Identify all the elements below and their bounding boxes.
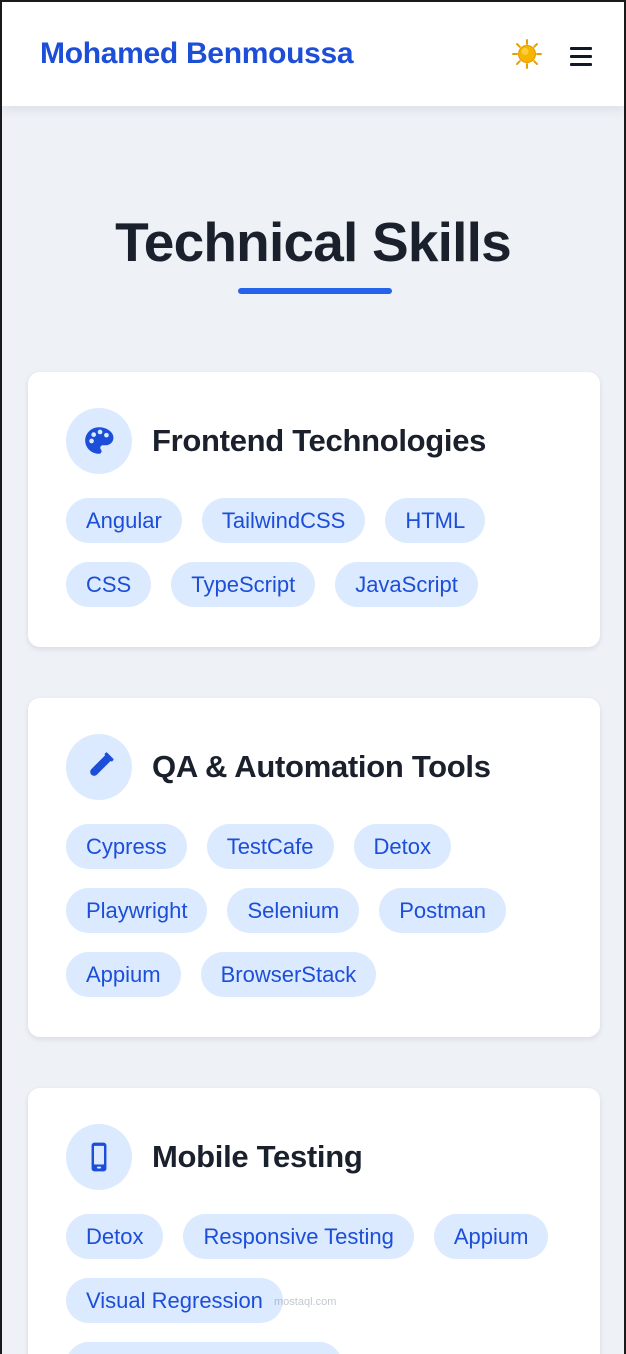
tag-list: Angular TailwindCSS HTML CSS TypeScript …	[66, 498, 562, 607]
skill-tag: Cypress	[66, 824, 187, 869]
skill-tag: TestCafe	[206, 824, 334, 869]
site-header: Mohamed Benmoussa	[2, 2, 624, 106]
card-title: Mobile Testing	[152, 1139, 363, 1174]
tag-list: Detox Responsive Testing Appium Visual R…	[66, 1214, 562, 1354]
skill-card-mobile-testing: Mobile Testing Detox Responsive Testing …	[28, 1088, 600, 1354]
skill-tag: Selenium	[227, 888, 360, 933]
skill-tag: BrowserStack	[200, 952, 377, 997]
skill-tag: Detox	[66, 1214, 164, 1259]
sun-icon	[512, 39, 542, 69]
card-header: Mobile Testing	[66, 1124, 562, 1190]
card-title: QA & Automation Tools	[152, 749, 491, 784]
menu-bar	[570, 54, 592, 58]
skill-tag: Appium	[66, 952, 181, 997]
skill-tag: Detox	[353, 824, 451, 869]
skill-tag-partial	[66, 1342, 342, 1354]
skill-tag: TypeScript	[171, 562, 316, 607]
skill-tag: CSS	[66, 562, 152, 607]
card-icon-circle	[66, 1124, 132, 1190]
skill-tag: TailwindCSS	[201, 498, 366, 543]
skill-tag: Appium	[433, 1214, 549, 1259]
card-header: Frontend Technologies	[66, 408, 562, 474]
palette-icon	[85, 427, 114, 454]
brand-logo-text[interactable]: Mohamed Benmoussa	[40, 37, 354, 71]
watermark-text: mostaql.com	[274, 1296, 337, 1308]
skill-tag: Playwright	[66, 888, 208, 933]
card-icon-circle	[66, 408, 132, 474]
skill-card-qa-automation: QA & Automation Tools Cypress TestCafe D…	[28, 698, 600, 1037]
tag-list: Cypress TestCafe Detox Playwright Seleni…	[66, 824, 562, 997]
skill-tag: Postman	[379, 888, 507, 933]
skill-tag: HTML	[385, 498, 486, 543]
title-underline	[238, 288, 392, 294]
skill-tag: Angular	[66, 498, 182, 543]
skill-tag: Responsive Testing	[183, 1214, 414, 1259]
card-title: Frontend Technologies	[152, 423, 487, 458]
menu-bar	[570, 46, 592, 50]
theme-toggle-button[interactable]	[510, 37, 544, 71]
test-tube-icon	[90, 752, 114, 776]
section-title: Technical Skills	[115, 211, 512, 273]
hamburger-menu-button[interactable]	[570, 41, 600, 71]
skill-card-frontend: Frontend Technologies Angular TailwindCS…	[28, 372, 600, 647]
page-frame: Mohamed Benmoussa Technical Skills Front…	[0, 0, 626, 1354]
mobile-phone-icon	[91, 1142, 107, 1172]
menu-bar	[570, 62, 592, 66]
card-header: QA & Automation Tools	[66, 734, 562, 800]
header-actions	[510, 37, 600, 71]
card-icon-circle	[66, 734, 132, 800]
skill-tag: Visual Regression	[66, 1278, 283, 1323]
skill-tag: JavaScript	[335, 562, 478, 607]
watermark: mostaql.com	[274, 1296, 336, 1309]
